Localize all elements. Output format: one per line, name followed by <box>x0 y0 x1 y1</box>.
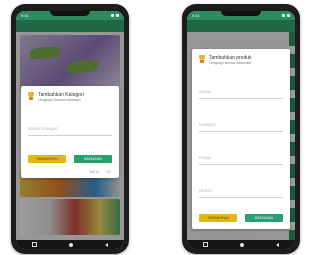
cancel-button[interactable]: BATALKAN <box>74 155 112 163</box>
product-discount-field[interactable] <box>199 179 283 198</box>
screen-right: 9:41 Tambahkan produk Lengkapi semua inf… <box>187 11 295 249</box>
product-category-field[interactable] <box>199 113 283 132</box>
trophy-icon <box>27 92 35 100</box>
battery-icon <box>116 14 119 17</box>
dialog-subtitle: Lengkapi Semua Informasi <box>38 98 81 102</box>
dialog-header: Tambahkan Kategori Lengkapi Semua Inform… <box>21 86 119 103</box>
status-time: 9:41 <box>21 13 29 18</box>
footer-cancel-link[interactable]: BATAL <box>260 234 271 238</box>
trophy-icon <box>198 55 206 63</box>
phone-right: 9:41 Tambahkan produk Lengkapi semua inf… <box>182 4 300 254</box>
status-icons <box>111 14 119 17</box>
signal-icon <box>282 14 285 17</box>
dialog-button-row: TAMBAHKAN BATALKAN <box>21 155 119 163</box>
product-discount-input[interactable] <box>199 186 283 195</box>
dialog-footer: BATAL OK <box>21 170 119 174</box>
add-button[interactable]: TAMBAHKAN <box>28 155 66 163</box>
camera-notch <box>50 11 90 16</box>
product-price-input[interactable] <box>199 153 283 162</box>
back-nav-icon[interactable] <box>105 242 108 247</box>
battery-icon <box>287 14 290 17</box>
footer-ok-link[interactable]: OK <box>106 170 111 174</box>
footer-cancel-link[interactable]: BATAL <box>89 170 100 174</box>
dialog-button-row: TAMBAHKAN BATALKAN <box>192 214 290 222</box>
dialog-subtitle: Lengkapi semua informasi <box>209 61 251 65</box>
home-nav-icon[interactable] <box>240 242 244 247</box>
recent-apps-icon[interactable] <box>32 242 37 247</box>
add-category-dialog: Tambahkan Kategori Lengkapi Semua Inform… <box>21 86 119 178</box>
back-nav-icon[interactable] <box>276 242 279 247</box>
signal-icon <box>111 14 114 17</box>
category-name-field[interactable] <box>28 117 112 136</box>
camera-notch <box>221 11 261 16</box>
add-button[interactable]: TAMBAHKAN <box>199 214 237 222</box>
product-name-input[interactable] <box>199 87 283 96</box>
recent-apps-icon[interactable] <box>203 242 208 247</box>
add-product-dialog: Tambahkan produk Lengkapi semua informas… <box>192 49 290 238</box>
phone-left: 9:41 Tambahkan Kategori Lengkapi Semua I… <box>11 4 129 254</box>
product-price-field[interactable] <box>199 146 283 165</box>
dialog-header: Tambahkan produk Lengkapi semua informas… <box>192 49 290 66</box>
cancel-button[interactable]: BATALKAN <box>245 214 283 222</box>
product-category-input[interactable] <box>199 120 283 129</box>
footer-ok-link[interactable]: OK <box>277 234 282 238</box>
system-nav-bar <box>187 240 295 249</box>
status-time: 9:41 <box>192 13 200 18</box>
system-nav-bar <box>16 240 124 249</box>
status-icons <box>282 14 290 17</box>
product-name-field[interactable] <box>199 80 283 99</box>
category-name-input[interactable] <box>28 124 112 133</box>
dialog-footer: BATAL OK <box>192 234 290 238</box>
home-nav-icon[interactable] <box>69 242 73 247</box>
screen-left: 9:41 Tambahkan Kategori Lengkapi Semua I… <box>16 11 124 249</box>
